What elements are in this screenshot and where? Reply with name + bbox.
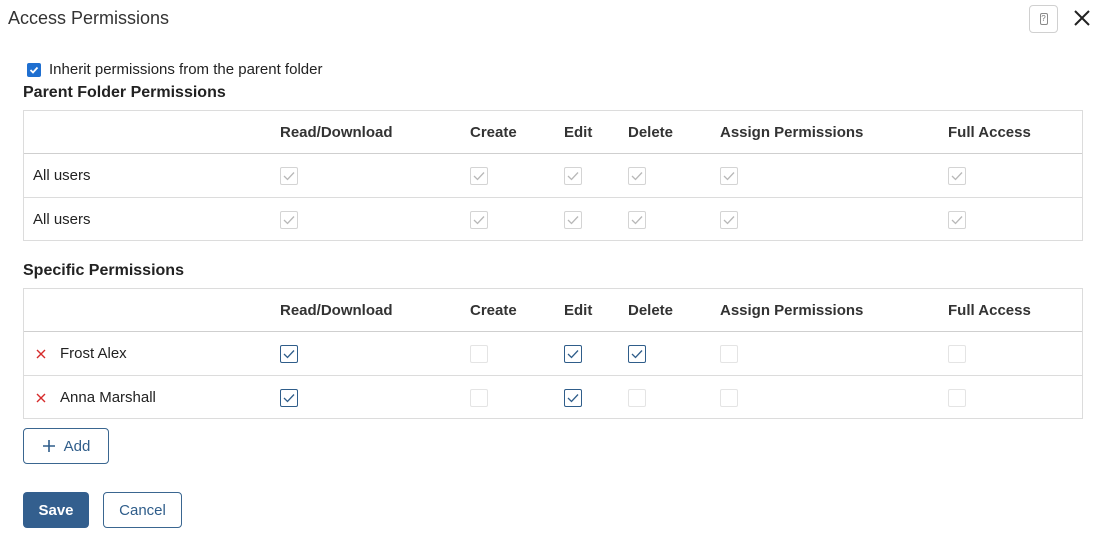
permission-checkbox-create <box>470 211 488 229</box>
table-row: Frost Alex <box>24 332 1082 375</box>
add-button[interactable]: Add <box>23 428 109 464</box>
help-button[interactable]: ? <box>1029 5 1058 33</box>
permission-checkbox-delete <box>628 167 646 185</box>
column-header-full-access: Full Access <box>948 302 1031 319</box>
column-header-read-download: Read/Download <box>280 302 393 319</box>
column-header-read-download: Read/Download <box>280 124 393 141</box>
permission-checkbox-delete <box>628 211 646 229</box>
permission-checkbox-assign-permissions <box>720 167 738 185</box>
checkmark-icon <box>473 172 485 181</box>
plus-icon <box>42 440 55 452</box>
parent-permissions-title: Parent Folder Permissions <box>23 84 226 101</box>
checkmark-icon <box>723 216 735 225</box>
inherit-permissions-checkbox[interactable] <box>27 62 41 77</box>
column-header-assign-permissions: Assign Permissions <box>720 124 864 141</box>
checkmark-icon <box>567 172 579 181</box>
checkmark-icon <box>631 216 643 225</box>
close-icon <box>1074 10 1090 26</box>
permission-checkbox-read-download <box>280 167 298 185</box>
column-header-edit: Edit <box>564 302 593 319</box>
table-header-row: Read/Download Create Edit Delete Assign … <box>24 111 1082 154</box>
checkmark-icon <box>29 66 39 74</box>
checkmark-icon <box>951 172 963 181</box>
remove-user-button[interactable] <box>35 347 47 359</box>
table-row: All users <box>24 154 1082 197</box>
cancel-button[interactable]: Cancel <box>103 492 182 528</box>
close-button[interactable] <box>1071 7 1093 29</box>
checkmark-icon <box>283 216 295 225</box>
checkmark-icon <box>723 172 735 181</box>
checkmark-icon <box>473 216 485 225</box>
table-row: All users <box>24 197 1082 240</box>
specific-permissions-title: Specific Permissions <box>23 262 184 279</box>
user-name: Frost Alex <box>60 345 127 362</box>
permission-checkbox-edit <box>564 167 582 185</box>
user-name: All users <box>33 211 91 228</box>
inherit-permissions-label: Inherit permissions from the parent fold… <box>49 61 323 78</box>
parent-permissions-table: Read/Download Create Edit Delete Assign … <box>23 110 1083 241</box>
permission-checkbox-edit <box>564 211 582 229</box>
column-header-delete: Delete <box>628 302 674 319</box>
checkmark-icon <box>567 216 579 225</box>
checkmark-icon <box>283 172 295 181</box>
dialog-title: Access Permissions <box>8 8 170 28</box>
add-button-label: Add <box>63 437 91 455</box>
save-button[interactable]: Save <box>23 492 89 528</box>
permission-checkbox-edit[interactable] <box>564 345 582 363</box>
permission-checkbox-full-access <box>948 167 966 185</box>
checkmark-icon <box>567 350 579 359</box>
column-header-full-access: Full Access <box>948 124 1031 141</box>
checkmark-icon <box>283 350 295 359</box>
column-header-create: Create <box>470 124 517 141</box>
remove-icon <box>36 349 46 359</box>
permission-checkbox-create[interactable] <box>470 345 488 363</box>
permission-checkbox-full-access <box>948 211 966 229</box>
permission-checkbox-full-access[interactable] <box>948 389 966 407</box>
column-header-create: Create <box>470 302 517 319</box>
table-row: Anna Marshall <box>24 375 1082 418</box>
permission-checkbox-read-download[interactable] <box>280 389 298 407</box>
specific-permissions-table: Read/Download Create Edit Delete Assign … <box>23 288 1083 419</box>
permission-checkbox-read-download[interactable] <box>280 345 298 363</box>
column-header-assign-permissions: Assign Permissions <box>720 302 864 319</box>
checkmark-icon <box>567 394 579 403</box>
user-name: All users <box>33 167 91 184</box>
permission-checkbox-assign-permissions[interactable] <box>720 389 738 407</box>
permission-checkbox-edit[interactable] <box>564 389 582 407</box>
checkmark-icon <box>951 216 963 225</box>
permission-checkbox-delete[interactable] <box>628 389 646 407</box>
permission-checkbox-delete[interactable] <box>628 345 646 363</box>
inherit-permissions-option[interactable]: Inherit permissions from the parent fold… <box>27 61 322 78</box>
permission-checkbox-assign-permissions <box>720 211 738 229</box>
checkmark-icon <box>283 394 295 403</box>
user-name: Anna Marshall <box>60 389 156 406</box>
remove-icon <box>36 393 46 403</box>
column-header-edit: Edit <box>564 124 593 141</box>
checkmark-icon <box>631 172 643 181</box>
permission-checkbox-read-download <box>280 211 298 229</box>
table-header-row: Read/Download Create Edit Delete Assign … <box>24 289 1082 332</box>
column-header-delete: Delete <box>628 124 674 141</box>
remove-user-button[interactable] <box>35 391 47 403</box>
permission-checkbox-create[interactable] <box>470 389 488 407</box>
permission-checkbox-assign-permissions[interactable] <box>720 345 738 363</box>
checkmark-icon <box>631 350 643 359</box>
help-icon: ? <box>1039 13 1048 25</box>
permission-checkbox-full-access[interactable] <box>948 345 966 363</box>
permission-checkbox-create <box>470 167 488 185</box>
